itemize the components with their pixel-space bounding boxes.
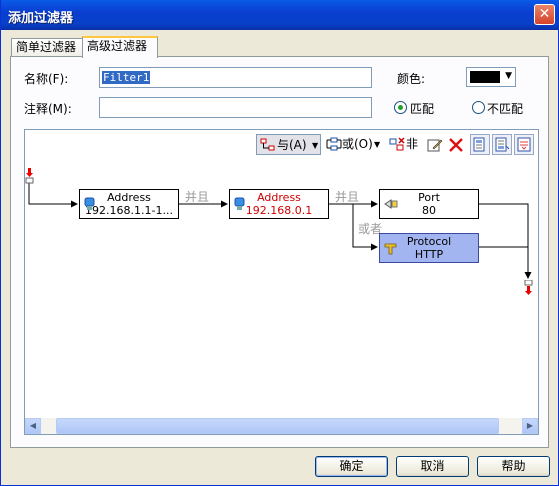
tab-advanced-filter[interactable]: 高级过滤器 xyxy=(82,36,158,58)
name-input-value: Filter1 xyxy=(102,71,151,84)
chevron-down-icon: ▼ xyxy=(505,71,512,81)
match-label: 匹配 xyxy=(410,102,435,116)
chevron-down-icon: ▼ xyxy=(312,141,319,150)
collapse-button[interactable] xyxy=(514,134,534,155)
port-icon xyxy=(384,199,398,209)
and-connector-label: 并且 xyxy=(335,190,360,204)
tab-simple-filter[interactable]: 简单过滤器 xyxy=(11,38,83,56)
window-title: 添加过滤器 xyxy=(8,11,74,26)
scrollbar-thumb[interactable] xyxy=(56,418,499,434)
ok-button[interactable]: 确定 xyxy=(315,456,388,477)
comment-input[interactable] xyxy=(99,97,372,118)
filter-node-port[interactable]: Port 80 xyxy=(379,189,479,219)
scroll-left-icon[interactable]: ◀ xyxy=(25,418,41,434)
edit-icon xyxy=(427,139,443,152)
help-button[interactable]: 帮助 xyxy=(477,456,550,477)
chevron-down-icon: ▼ xyxy=(374,140,381,149)
and-label: 与(A) xyxy=(277,138,307,152)
name-input[interactable]: Filter1 xyxy=(99,67,372,88)
or-icon xyxy=(326,137,342,151)
move-down-icon xyxy=(495,137,510,152)
horizontal-scrollbar[interactable]: ◀ ▶ xyxy=(25,418,538,434)
edit-button[interactable] xyxy=(426,134,444,155)
close-button[interactable]: ✕ xyxy=(534,4,555,25)
color-swatch xyxy=(470,71,500,83)
filter-diagram-canvas[interactable] xyxy=(24,129,539,435)
delete-button[interactable] xyxy=(447,134,465,155)
move-up-button[interactable] xyxy=(470,134,490,155)
address-icon xyxy=(234,197,245,210)
or-button[interactable]: 或(O) ▼ xyxy=(324,134,384,155)
cancel-button[interactable]: 取消 xyxy=(396,456,469,477)
protocol-icon xyxy=(384,243,397,255)
move-up-icon xyxy=(473,137,485,152)
connector-lines xyxy=(28,182,532,279)
not-icon xyxy=(389,137,405,151)
color-label: 颜色: xyxy=(397,72,426,86)
filter-node-address-1[interactable]: Address 192.168.1.1-1... xyxy=(79,189,179,219)
filter-node-protocol[interactable]: Protocol HTTP xyxy=(379,233,479,263)
name-label: 名称(F): xyxy=(24,72,69,86)
scroll-right-icon[interactable]: ▶ xyxy=(522,418,538,434)
not-label: 非 xyxy=(406,137,419,151)
match-radio[interactable] xyxy=(394,101,407,114)
address-icon xyxy=(84,197,95,210)
collapse-icon xyxy=(517,137,531,152)
end-anchor xyxy=(524,279,534,301)
title-bar[interactable]: 添加过滤器 ✕ xyxy=(1,0,559,30)
color-picker[interactable]: ▼ xyxy=(466,67,516,87)
comment-label: 注释(M): xyxy=(24,102,72,116)
not-button[interactable]: 非 xyxy=(388,134,422,155)
filter-node-address-2[interactable]: Address 192.168.0.1 xyxy=(229,189,329,219)
move-down-button[interactable] xyxy=(492,134,512,155)
delete-icon xyxy=(449,138,463,152)
nomatch-radio[interactable] xyxy=(472,101,485,114)
and-connector-label: 并且 xyxy=(185,190,210,204)
or-label: 或(O) xyxy=(342,137,373,151)
nomatch-label: 不匹配 xyxy=(487,102,524,116)
and-button[interactable]: 与(A) ▼ xyxy=(256,134,321,155)
and-icon xyxy=(260,138,275,151)
start-anchor xyxy=(25,168,35,187)
add-filter-dialog: 添加过滤器 ✕ 简单过滤器 高级过滤器 名称(F): Filter1 颜色: ▼… xyxy=(0,0,559,486)
